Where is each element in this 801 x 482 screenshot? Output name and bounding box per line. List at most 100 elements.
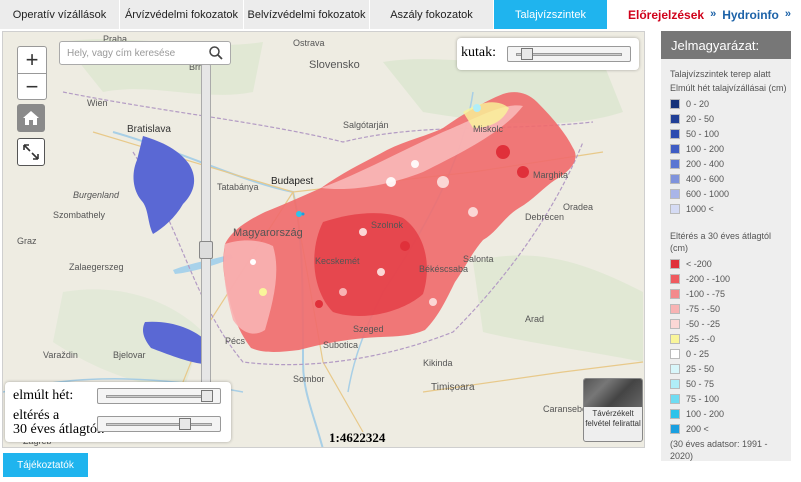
map-label-timisoara: Timișoara <box>431 382 475 393</box>
map-label-varazdin: Varaždin <box>43 350 78 360</box>
elmult-het-slider-thumb[interactable] <box>201 390 213 402</box>
map-label-ostrava: Ostrava <box>293 38 325 48</box>
map-label-salonta: Salonta <box>463 254 494 264</box>
legend-s2-item: 25 - 50 <box>670 361 791 376</box>
vertical-slider-handle[interactable] <box>199 241 213 259</box>
map-scale: 1:4622324 <box>329 430 386 445</box>
legend-s1-item: 0 - 20 <box>670 96 791 111</box>
legend-swatch <box>670 393 680 404</box>
map-label-bratislava: Bratislava <box>127 124 171 135</box>
legend-swatch <box>670 203 680 214</box>
legend-label: 400 - 600 <box>686 173 725 184</box>
map-label-burgenland: Burgenland <box>73 190 120 200</box>
tab-arvizvedelmi-fokozatok[interactable]: Árvízvédelmi fokozatok <box>120 0 244 29</box>
elteres-label-line2: 30 éves átlagtól: <box>13 422 105 437</box>
legend-label: 1000 < <box>686 203 714 214</box>
map-label-zalaegerszeg: Zalaegerszeg <box>69 262 124 272</box>
legend-s2-item: -200 - -100 <box>670 271 791 286</box>
legend-swatch <box>670 348 680 359</box>
legend-label: 0 - 25 <box>686 348 710 359</box>
legend-s1-item: 600 - 1000 <box>670 186 791 201</box>
home-button[interactable] <box>17 104 45 132</box>
map-label-wien: Wien <box>87 98 108 108</box>
legend-swatch <box>670 288 680 299</box>
tab-talajvizszintek[interactable]: Talajvízszintek <box>494 0 608 29</box>
kutak-slider[interactable] <box>507 46 631 62</box>
elteres-label-line1: eltérés a <box>13 408 60 423</box>
zoom-out-button[interactable]: − <box>18 73 46 99</box>
legend-label: -25 - -0 <box>686 333 716 344</box>
satellite-toggle-label: Távérzékelt felvétel felirattal <box>585 409 641 428</box>
tajekoztatok-button[interactable]: Tájékoztatók <box>3 453 88 477</box>
legend-s1-item: 20 - 50 <box>670 111 791 126</box>
legend-s2-item: -75 - -50 <box>670 301 791 316</box>
time-sliders-panel: elmúlt hét: eltérés a 30 éves átlagtól: <box>5 382 231 442</box>
legend-section1-subtitle: Elmúlt hét talajvízállásai (cm) <box>670 83 787 93</box>
legend-label: 200 - 400 <box>686 158 725 169</box>
legend-swatch <box>670 408 680 419</box>
legend-s2-item: < -200 <box>670 256 791 271</box>
map-label-oradea: Oradea <box>563 202 593 212</box>
legend-panel: Jelmagyarázat: Talajvízszintek terep ala… <box>661 31 791 461</box>
tab-operativ-vizallasok[interactable]: Operatív vízállások <box>0 0 120 29</box>
elmult-het-slider[interactable] <box>97 388 221 404</box>
map-label-debrecen: Debrecen <box>525 212 564 222</box>
elteres-slider[interactable] <box>97 416 221 432</box>
legend-label: -50 - -25 <box>686 318 721 329</box>
legend-s1-item: 1000 < <box>670 201 791 216</box>
legend-label: -200 - -100 <box>686 273 731 284</box>
legend-s2-item: 50 - 75 <box>670 376 791 391</box>
satellite-toggle[interactable]: Távérzékelt felvétel felirattal <box>583 378 643 442</box>
legend-s2-item: 75 - 100 <box>670 391 791 406</box>
elteres-label: eltérés a 30 éves átlagtól: <box>13 409 105 437</box>
tab-belvizvedelmi-fokozatok[interactable]: Belvízvédelmi fokozatok <box>244 0 370 29</box>
elorejelzesek-link[interactable]: Előrejelzések <box>628 8 704 22</box>
legend-swatch <box>670 173 680 184</box>
map-label-szeged: Szeged <box>353 324 384 334</box>
legend-s2-item: 200 < <box>670 421 791 436</box>
map-label-bjelovar: Bjelovar <box>113 350 146 360</box>
map-label-tatabanya: Tatabánya <box>217 182 259 192</box>
zoom-in-button[interactable]: + <box>18 47 46 73</box>
legend-swatch <box>670 378 680 389</box>
full-extent-button[interactable] <box>17 138 45 166</box>
search-icon[interactable] <box>208 45 224 61</box>
legend-swatch <box>670 128 680 139</box>
zoom-control: + − <box>17 46 47 100</box>
satellite-thumbnail <box>584 379 642 407</box>
legend-swatch <box>670 333 680 344</box>
map-label-miskolc: Miskolc <box>473 124 504 134</box>
legend-label: -100 - -75 <box>686 288 726 299</box>
top-links: Előrejelzések » Hydroinfo » <box>628 8 791 22</box>
legend-label: 25 - 50 <box>686 363 715 374</box>
hydroinfo-link[interactable]: Hydroinfo <box>722 8 779 22</box>
kutak-label: kutak: <box>461 45 496 60</box>
chevron-right-icon: » <box>710 8 717 20</box>
legend-label: 75 - 100 <box>686 393 720 404</box>
tab-aszaly-fokozatok[interactable]: Aszály fokozatok <box>370 0 494 29</box>
legend-s1-item: 200 - 400 <box>670 156 791 171</box>
legend-swatch <box>670 273 680 284</box>
legend-footnote: (30 éves adatsor: 1991 - 2020) <box>670 439 768 461</box>
search-input[interactable] <box>67 43 207 63</box>
home-icon <box>23 111 39 125</box>
legend-title: Jelmagyarázat: <box>661 31 791 59</box>
legend-swatch <box>670 303 680 314</box>
map-label-arad: Arad <box>525 314 544 324</box>
map-label-kecskemet: Kecskemét <box>315 256 360 266</box>
map-label-sombor: Sombor <box>293 374 325 384</box>
kutak-slider-thumb[interactable] <box>521 48 533 60</box>
legend-s2-item: 0 - 25 <box>670 346 791 361</box>
elteres-slider-thumb[interactable] <box>179 418 191 430</box>
legend-label: 100 - 200 <box>686 408 725 419</box>
legend-s1-item: 100 - 200 <box>670 141 791 156</box>
map-label-kikinda: Kikinda <box>423 358 453 368</box>
legend-swatch <box>670 143 680 154</box>
legend-swatch <box>670 98 680 109</box>
location-search <box>59 41 231 65</box>
map-view[interactable]: Praha Brno Ostrava Kraków Wien Bratislav… <box>2 31 645 448</box>
legend-swatch <box>670 188 680 199</box>
legend-label: 50 - 100 <box>686 128 720 139</box>
map-label-bekescsaba: Békéscsaba <box>419 264 468 274</box>
legend-label: 0 - 20 <box>686 98 710 109</box>
